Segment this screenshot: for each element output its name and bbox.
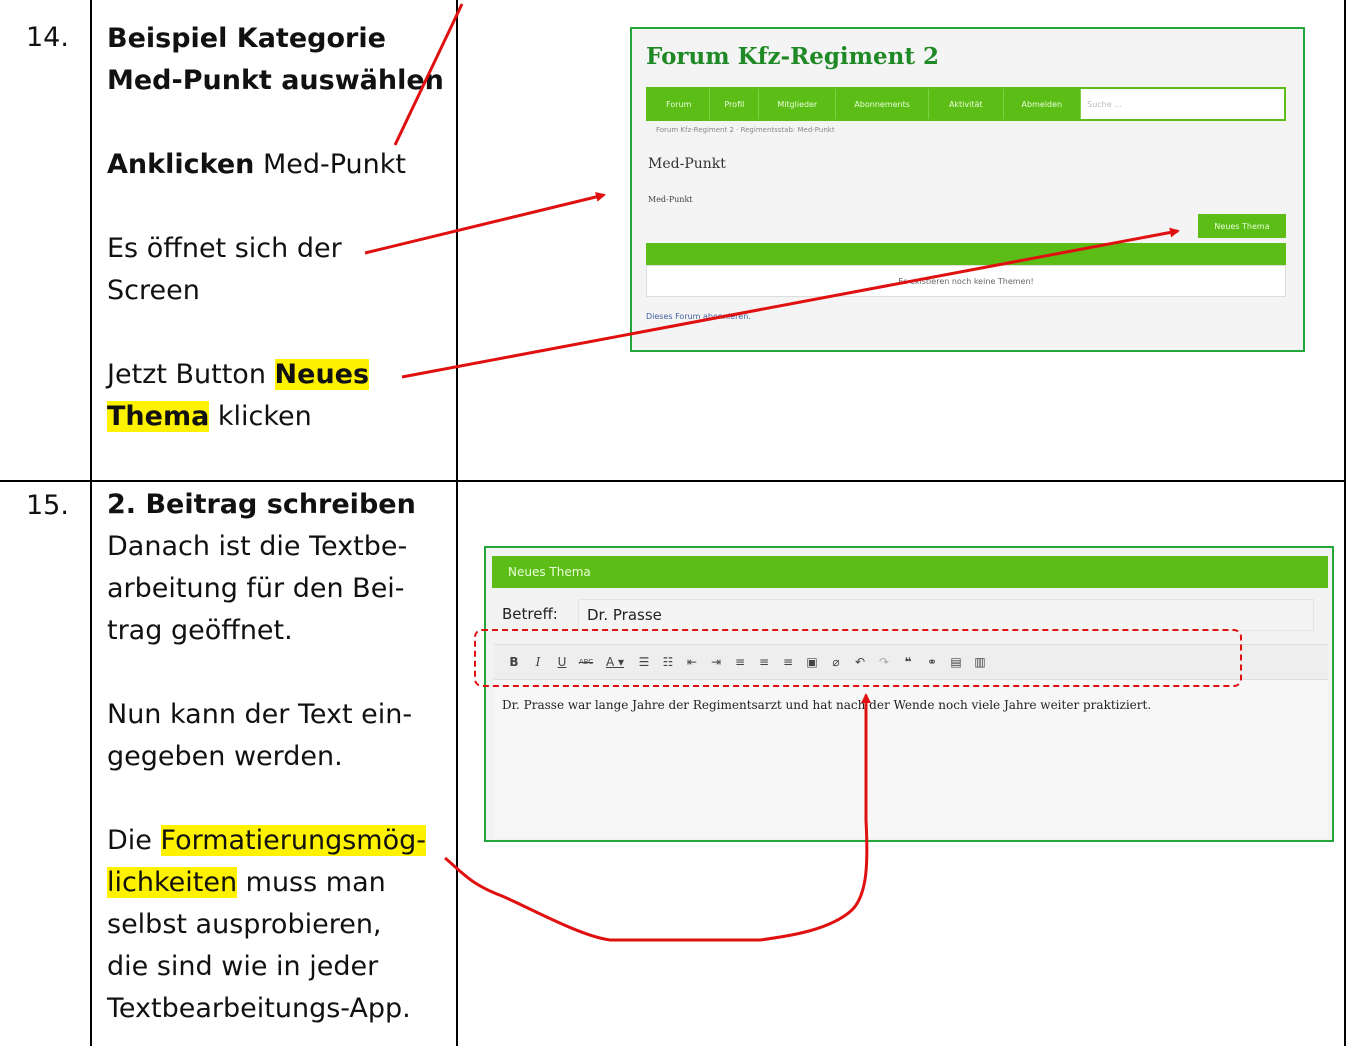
format-pre: Die <box>107 825 161 856</box>
editor-body[interactable]: Dr. Prasse war lange Jahre der Regiments… <box>494 680 1328 838</box>
format-post: muss man <box>237 867 386 898</box>
format-line: Textbearbeitungs-App. <box>107 993 411 1024</box>
step-heading-line: Beispiel Kategorie <box>107 23 386 54</box>
subscribe-link[interactable]: Dieses Forum abonnieren. <box>646 312 751 321</box>
step-heading-line: Med-Punkt auswählen <box>107 65 444 96</box>
page-description: Med-Punkt <box>648 195 693 204</box>
desc-line: Danach ist die Textbe- <box>107 531 408 562</box>
nav-item-aktivitaet[interactable]: Aktivität <box>929 89 1004 119</box>
topic-list-header <box>646 243 1286 265</box>
highlight-thema: Thema <box>107 401 210 432</box>
highlight-lichkeiten: lichkeiten <box>107 867 238 898</box>
nav-item-forum[interactable]: Forum <box>648 89 711 119</box>
toolbar-highlight-box <box>474 629 1242 687</box>
step-number: 15. <box>26 490 69 521</box>
new-topic-button[interactable]: Neues Thema <box>1198 214 1286 238</box>
nav-item-profil[interactable]: Profil <box>710 89 760 119</box>
desc-line: trag geöffnet. <box>107 615 293 646</box>
button-post: klicken <box>209 401 312 432</box>
table-border-left <box>90 0 92 1046</box>
enter-line: gegeben werden. <box>107 741 343 772</box>
forum-navbar: Forum Profil Mitglieder Abonnements Akti… <box>646 87 1286 121</box>
button-instruction-cont: Thema klicken <box>107 396 452 438</box>
button-pre: Jetzt Button <box>107 359 275 390</box>
format-line: selbst ausprobieren, <box>107 909 382 940</box>
step-number: 14. <box>26 22 69 53</box>
click-target: Med-Punkt <box>254 149 406 180</box>
desc-line: arbeitung für den Bei- <box>107 573 405 604</box>
empty-topics-message: Es existieren noch keine Themen! <box>646 265 1286 297</box>
editor-text[interactable]: Dr. Prasse war lange Jahre der Regiments… <box>502 698 1151 712</box>
subject-input[interactable]: Dr. Prasse <box>578 599 1314 631</box>
enter-line: Nun kann der Text ein- <box>107 699 413 730</box>
table-row-divider <box>0 480 1346 482</box>
click-bold: Anklicken <box>107 149 255 180</box>
step-heading: 2. Beitrag schreiben <box>107 489 416 520</box>
editor-screenshot: Neues Thema Betreff: Dr. Prasse B I U AB… <box>484 546 1334 842</box>
step-14-text: Beispiel Kategorie Med-Punkt auswählen A… <box>107 18 452 438</box>
highlight-neues: Neues <box>274 359 370 390</box>
table-border-middle <box>456 0 458 1046</box>
highlight-formatierung: Formatierungsmög- <box>160 825 426 856</box>
opens-line: Screen <box>107 275 200 306</box>
nav-item-abonnements[interactable]: Abonnements <box>836 89 929 119</box>
search-input[interactable]: Suche ... <box>1081 89 1284 119</box>
site-title[interactable]: Forum Kfz-Regiment 2 <box>646 43 939 70</box>
format-line: Die Formatierungsmög- <box>107 820 452 862</box>
format-line: die sind wie in jeder <box>107 951 379 982</box>
forum-screenshot: Forum Kfz-Regiment 2 Forum Profil Mitgli… <box>630 27 1305 352</box>
editor-header: Neues Thema <box>492 556 1328 588</box>
button-instruction: Jetzt Button Neues <box>107 354 452 396</box>
table-border-right <box>1344 0 1346 1046</box>
breadcrumb[interactable]: Forum Kfz-Regiment 2 · Regimentsstab: Me… <box>656 126 835 134</box>
nav-item-abmelden[interactable]: Abmelden <box>1004 89 1082 119</box>
step-15-text: 2. Beitrag schreiben Danach ist die Text… <box>107 484 452 1030</box>
page-title: Med-Punkt <box>648 156 726 172</box>
subject-label: Betreff: <box>502 605 558 623</box>
opens-line: Es öffnet sich der <box>107 233 342 264</box>
format-line: lichkeiten muss man <box>107 862 452 904</box>
click-instruction: Anklicken Med-Punkt <box>107 144 452 186</box>
nav-item-mitglieder[interactable]: Mitglieder <box>759 89 837 119</box>
